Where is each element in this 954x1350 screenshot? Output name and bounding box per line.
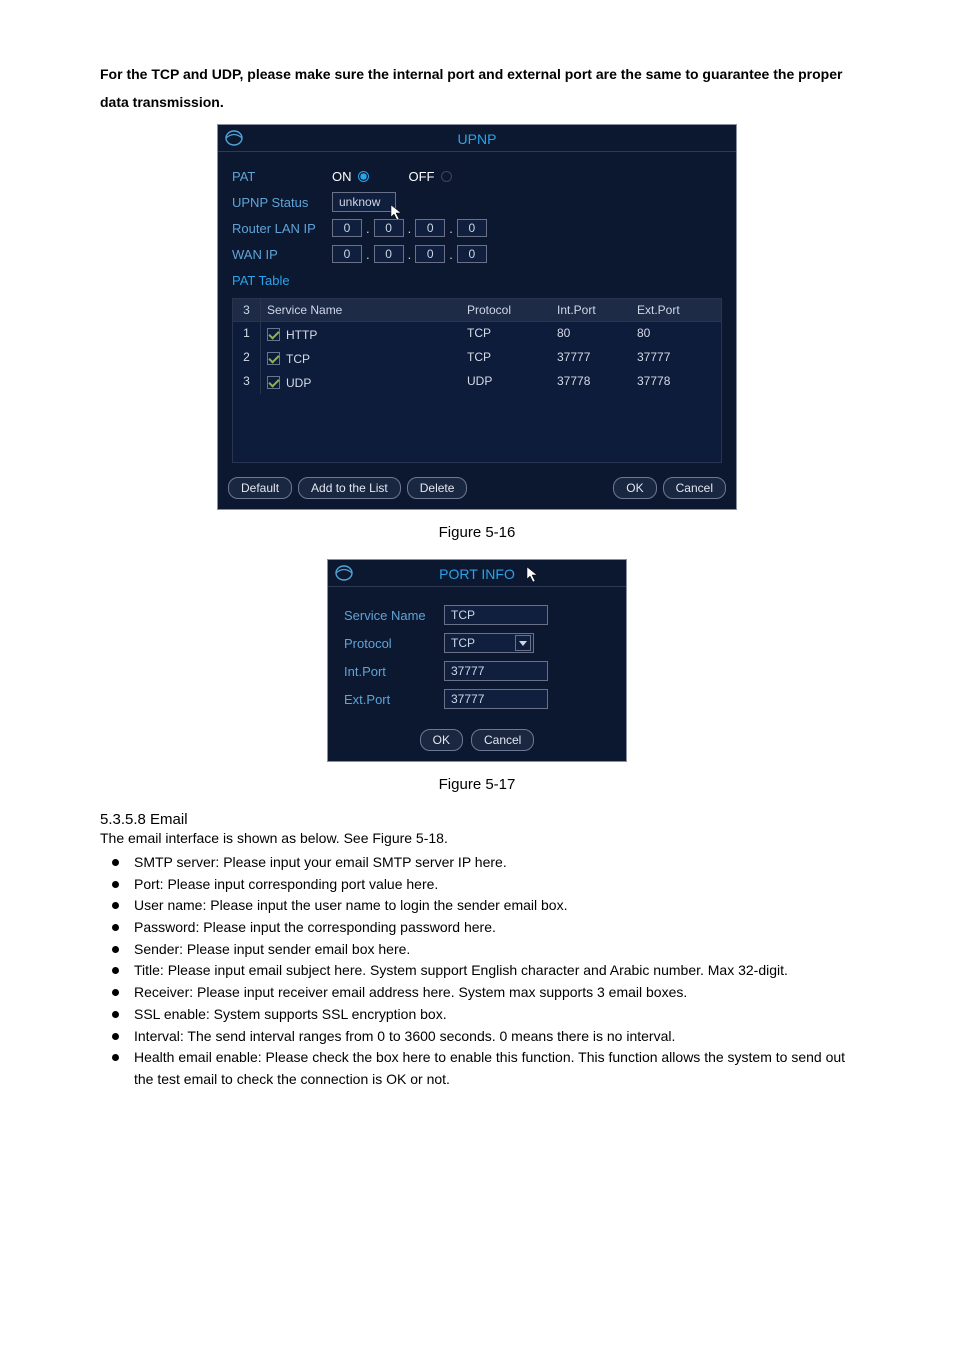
wan-ip-oct2[interactable]: 0 [374, 245, 404, 263]
row-check[interactable] [267, 328, 280, 341]
ip-dot: . [408, 247, 412, 262]
col-extport: Ext.Port [631, 299, 721, 321]
row-extport: 80 [631, 322, 721, 346]
list-item: SSL enable: System supports SSL encrypti… [106, 1004, 854, 1026]
email-heading: 5.3.5.8 Email [100, 811, 854, 828]
ok-button[interactable]: OK [420, 729, 463, 751]
protocol-select-value: TCP [451, 634, 475, 652]
col-service: Service Name [261, 299, 461, 321]
extport-label: Ext.Port [344, 692, 444, 707]
pat-label: PAT [232, 169, 332, 184]
table-row[interactable]: 1 HTTP TCP 80 80 [233, 322, 721, 346]
col-protocol: Protocol [461, 299, 551, 321]
table-row[interactable]: 2 TCP TCP 37777 37777 [233, 346, 721, 370]
row-service: HTTP [286, 328, 317, 342]
pat-table-body[interactable]: 1 HTTP TCP 80 80 2 TCP TCP 37777 37777 [233, 322, 721, 462]
upnp-status-value: unknow [332, 192, 396, 212]
pat-off-radio[interactable] [441, 171, 452, 182]
upnp-title: UPNP [218, 125, 736, 152]
list-item: Port: Please input corresponding port va… [106, 874, 854, 896]
pat-off-label: OFF [409, 169, 435, 184]
extport-input[interactable]: 37777 [444, 689, 548, 709]
ip-dot: . [449, 247, 453, 262]
ok-button[interactable]: OK [613, 477, 656, 499]
row-index: 3 [233, 370, 261, 394]
row-extport: 37777 [631, 346, 721, 370]
port-info-dialog: PORT INFO Service Name TCP Protocol TCP [327, 559, 627, 762]
col-intport: Int.Port [551, 299, 631, 321]
row-intport: 80 [551, 322, 631, 346]
cancel-button[interactable]: Cancel [663, 477, 726, 499]
wan-ip-oct3[interactable]: 0 [415, 245, 445, 263]
row-index: 1 [233, 322, 261, 346]
table-row[interactable]: 3 UDP UDP 37778 37778 [233, 370, 721, 394]
dialog-header-icon [334, 564, 354, 582]
list-item: Password: Please input the corresponding… [106, 917, 854, 939]
row-service: UDP [286, 376, 311, 390]
list-item: Title: Please input email subject here. … [106, 960, 854, 982]
list-item: Health email enable: Please check the bo… [106, 1047, 854, 1090]
row-service: TCP [286, 352, 310, 366]
row-check[interactable] [267, 352, 280, 365]
cursor-icon [526, 566, 540, 584]
pat-on-label: ON [332, 169, 352, 184]
chevron-down-icon[interactable] [515, 635, 531, 651]
router-ip-oct4[interactable]: 0 [457, 219, 487, 237]
wan-ip-label: WAN IP [232, 247, 332, 262]
router-ip-oct1[interactable]: 0 [332, 219, 362, 237]
list-item: Interval: The send interval ranges from … [106, 1026, 854, 1048]
port-info-title: PORT INFO [328, 560, 626, 587]
ip-dot: . [366, 221, 370, 236]
row-protocol: TCP [461, 322, 551, 346]
list-item: User name: Please input the user name to… [106, 895, 854, 917]
row-index: 2 [233, 346, 261, 370]
pat-table-header: 3 Service Name Protocol Int.Port Ext.Por… [233, 299, 721, 322]
intro-text: For the TCP and UDP, please make sure th… [100, 60, 854, 116]
pat-on-radio[interactable] [358, 171, 369, 182]
protocol-select[interactable]: TCP [444, 633, 534, 653]
row-check[interactable] [267, 376, 280, 389]
list-item: Receiver: Please input receiver email ad… [106, 982, 854, 1004]
upnp-status-label: UPNP Status [232, 195, 332, 210]
add-to-list-button[interactable]: Add to the List [298, 477, 401, 499]
row-intport: 37777 [551, 346, 631, 370]
wan-ip-oct4[interactable]: 0 [457, 245, 487, 263]
pat-table: 3 Service Name Protocol Int.Port Ext.Por… [232, 298, 722, 463]
service-name-label: Service Name [344, 608, 444, 623]
port-info-title-text: PORT INFO [439, 566, 515, 582]
figure-caption-1: Figure 5-16 [100, 524, 854, 541]
delete-button[interactable]: Delete [407, 477, 468, 499]
intport-input[interactable]: 37777 [444, 661, 548, 681]
ip-dot: . [408, 221, 412, 236]
cancel-button[interactable]: Cancel [471, 729, 534, 751]
row-intport: 37778 [551, 370, 631, 394]
row-protocol: TCP [461, 346, 551, 370]
ip-dot: . [366, 247, 370, 262]
wan-ip-oct1[interactable]: 0 [332, 245, 362, 263]
pat-table-label: PAT Table [232, 273, 332, 288]
router-lan-label: Router LAN IP [232, 221, 332, 236]
figure-caption-2: Figure 5-17 [100, 776, 854, 793]
protocol-label: Protocol [344, 636, 444, 651]
upnp-dialog: UPNP PAT ON OFF UPNP Status unknow [217, 124, 737, 510]
row-extport: 37778 [631, 370, 721, 394]
dialog-header-icon [224, 129, 244, 147]
router-ip-oct2[interactable]: 0 [374, 219, 404, 237]
email-bullets: SMTP server: Please input your email SMT… [106, 852, 854, 1091]
email-desc: The email interface is shown as below. S… [100, 830, 854, 846]
router-ip-oct3[interactable]: 0 [415, 219, 445, 237]
list-item: Sender: Please input sender email box he… [106, 939, 854, 961]
ip-dot: . [449, 221, 453, 236]
list-item: SMTP server: Please input your email SMT… [106, 852, 854, 874]
upnp-title-text: UPNP [458, 131, 497, 147]
default-button[interactable]: Default [228, 477, 292, 499]
pat-count: 3 [233, 299, 261, 321]
row-protocol: UDP [461, 370, 551, 394]
service-name-input[interactable]: TCP [444, 605, 548, 625]
intport-label: Int.Port [344, 664, 444, 679]
